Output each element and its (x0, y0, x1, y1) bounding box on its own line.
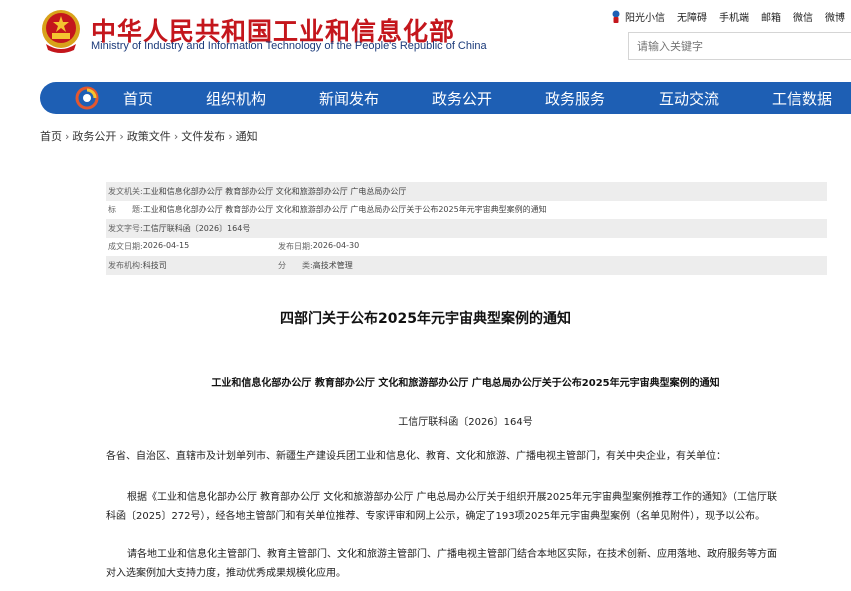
toplink-label: 阳光小信 (625, 13, 665, 24)
nav-news[interactable]: 新闻发布 (319, 88, 379, 109)
breadcrumb-separator: › (173, 130, 179, 143)
meta-row-issuer: 发文机关: 工业和信息化部办公厅 教育部办公厅 文化和旅游部办公厅 广电总局办公… (106, 182, 827, 201)
breadcrumb-policy[interactable]: 政策文件 (127, 130, 171, 143)
meta-cell: 成文日期: 2026-04-15 (108, 241, 278, 252)
meta-label: 发布机构: (108, 260, 143, 270)
toplink-accessibility[interactable]: 无障碍 (677, 9, 707, 24)
article-salutation: 各省、自治区、直辖市及计划单列市、新疆生产建设兵团工业和信息化、教育、文化和旅游… (106, 451, 726, 462)
meta-value: 工业和信息化部办公厅 教育部办公厅 文化和旅游部办公厅 广电总局办公厅关于公布2… (142, 205, 547, 215)
meta-label: 发文机关: (108, 186, 143, 196)
meta-label: 发文字号: (108, 223, 143, 233)
nav-home[interactable]: 首页 (123, 88, 153, 109)
meta-value: 2026-04-30 (312, 241, 360, 251)
meta-row-org: 发布机构: 科技司 分 类: 高技术管理 (106, 256, 827, 275)
nav-interaction[interactable]: 互动交流 (659, 88, 719, 109)
breadcrumb-separator: › (119, 130, 124, 143)
breadcrumb-home[interactable]: 首页 (40, 130, 62, 143)
meta-row-dates: 成文日期: 2026-04-15 发布日期: 2026-04-30 (106, 238, 827, 257)
breadcrumb: 首页 › 政务公开 › 政策文件 › 文件发布 › 通知 (40, 128, 258, 144)
meta-label: 标 题: (108, 205, 143, 215)
main-nav: 首页 组织机构 新闻发布 政务公开 政务服务 互动交流 工信数据 (40, 82, 851, 114)
meta-value: 2026-04-15 (142, 241, 190, 251)
meta-value: 工信厅联科函〔2026〕164号 (142, 223, 251, 233)
toplink-wechat[interactable]: 微信 (793, 9, 813, 24)
site-title-english: Ministry of Industry and Information Tec… (91, 40, 487, 52)
breadcrumb-gov-open[interactable]: 政务公开 (72, 130, 116, 143)
toplink-sunshine[interactable]: 阳光小信 (611, 9, 665, 24)
breadcrumb-notice[interactable]: 通知 (236, 130, 258, 143)
site-header: 中华人民共和国工业和信息化部 Ministry of Industry and … (0, 0, 851, 80)
breadcrumb-docs[interactable]: 文件发布 (181, 130, 225, 143)
meta-value: 工业和信息化部办公厅 教育部办公厅 文化和旅游部办公厅 广电总局办公厅 (142, 186, 407, 196)
meta-cell: 发布机构: 科技司 (108, 260, 278, 271)
article-paragraph-line: 请各地工业和信息化主管部门、教育主管部门、文化和旅游主管部门、广播电视主管部门结… (127, 549, 777, 560)
search-input[interactable] (628, 32, 851, 60)
article-document-number: 工信厅联科函〔2026〕164号 (398, 417, 533, 428)
document-metadata: 发文机关: 工业和信息化部办公厅 教育部办公厅 文化和旅游部办公厅 广电总局办公… (106, 182, 827, 275)
nav-gov-open[interactable]: 政务公开 (432, 88, 492, 109)
nav-logo (68, 82, 106, 114)
nav-organization[interactable]: 组织机构 (206, 88, 266, 109)
nav-gov-service[interactable]: 政务服务 (545, 88, 605, 109)
meta-label: 成文日期: (108, 242, 143, 252)
mascot-icon (612, 10, 620, 23)
article-title: 四部门关于公布2025年元宇宙典型案例的通知 (280, 311, 571, 327)
top-links: 阳光小信 无障碍 手机端 邮箱 微信 微博 (611, 9, 845, 24)
meta-row-title: 标 题: 工业和信息化部办公厅 教育部办公厅 文化和旅游部办公厅 广电总局办公厅… (106, 201, 827, 220)
meta-cell: 发布日期: 2026-04-30 (278, 241, 359, 252)
meta-row-docno: 发文字号: 工信厅联科函〔2026〕164号 (106, 219, 827, 238)
meta-value: 科技司 (142, 260, 167, 270)
toplink-mail[interactable]: 邮箱 (761, 9, 781, 24)
meta-value: 高技术管理 (312, 260, 353, 270)
breadcrumb-separator: › (228, 130, 233, 143)
meta-label: 发布日期: (278, 242, 313, 252)
national-emblem-icon (42, 10, 80, 53)
meta-cell: 分 类: 高技术管理 (278, 260, 353, 271)
article-paragraph-line: 根据《工业和信息化部办公厅 教育部办公厅 文化和旅游部办公厅 广电总局办公厅关于… (127, 492, 777, 503)
article-subtitle: 工业和信息化部办公厅 教育部办公厅 文化和旅游部办公厅 广电总局办公厅关于公布2… (211, 378, 720, 389)
meta-label: 分 类: (278, 260, 313, 270)
article-paragraph-line: 科函〔2025〕272号），经各地主管部门和有关单位推荐、专家评审和网上公示，确… (106, 511, 766, 522)
nav-data[interactable]: 工信数据 (772, 88, 832, 109)
toplink-mobile[interactable]: 手机端 (719, 9, 749, 24)
ministry-logo-icon (75, 86, 99, 110)
toplink-weibo[interactable]: 微博 (825, 9, 845, 24)
breadcrumb-separator: › (65, 130, 70, 143)
article-paragraph-line: 对入选案例加大支持力度，推动优秀成果规模化应用。 (106, 568, 346, 579)
